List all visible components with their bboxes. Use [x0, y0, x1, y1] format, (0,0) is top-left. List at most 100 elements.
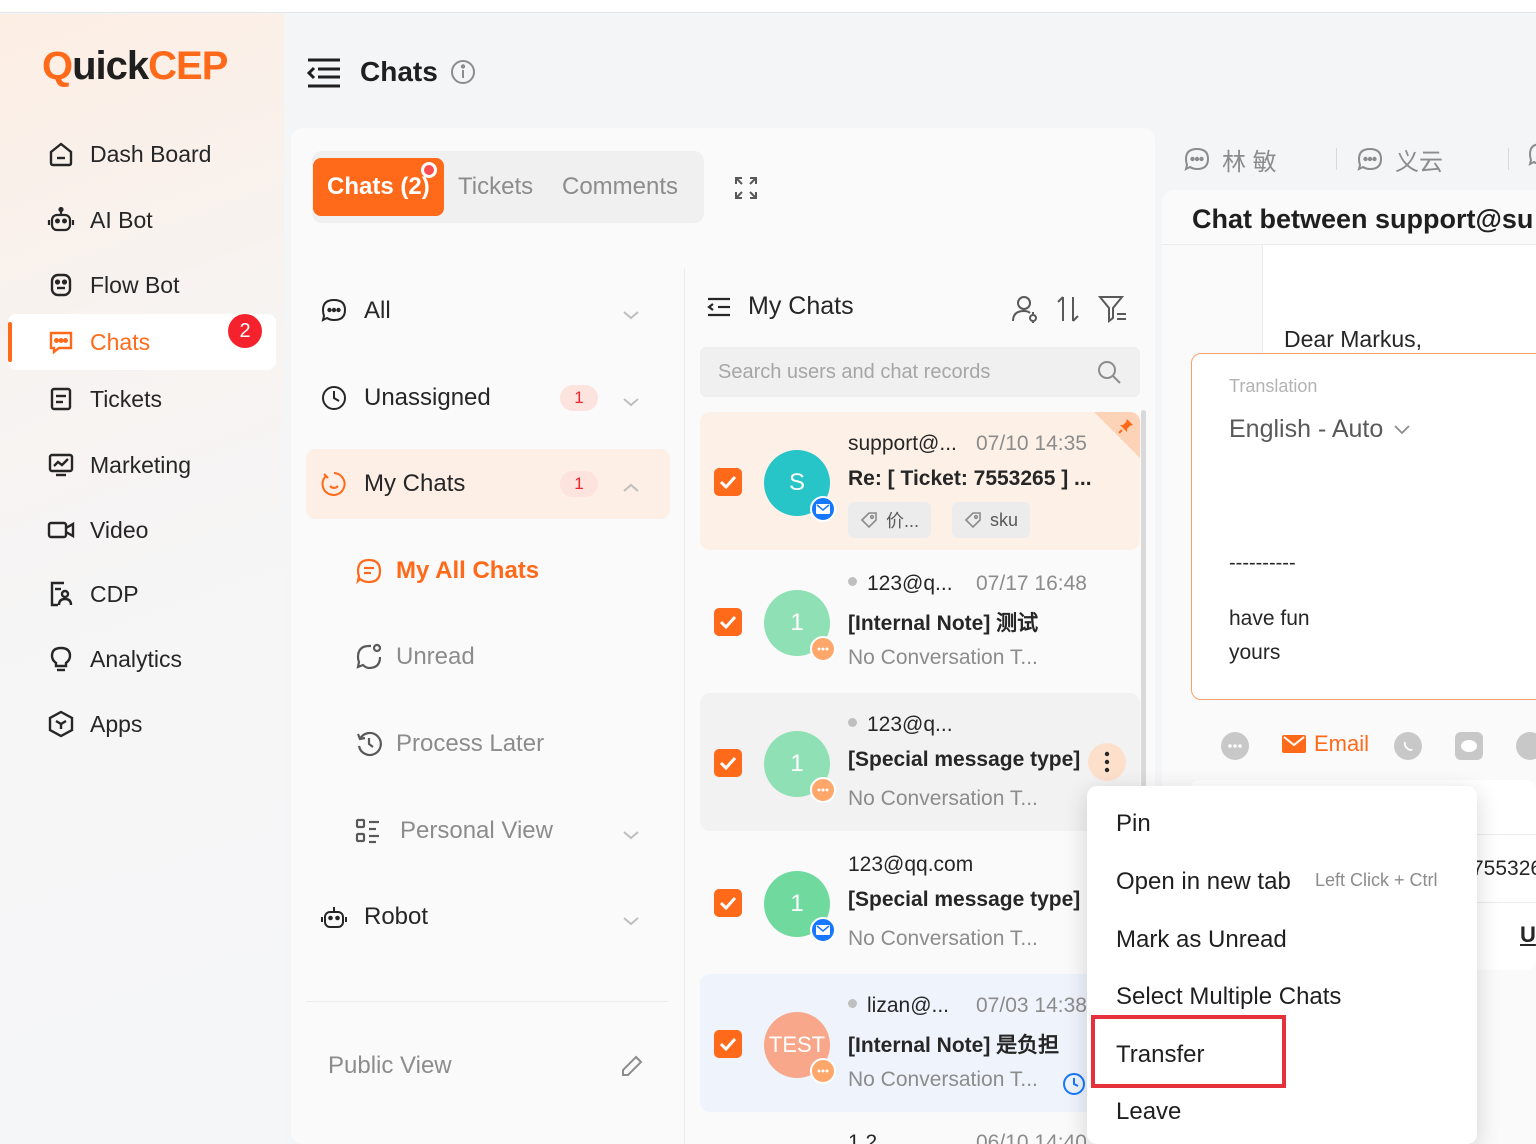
email-icon: [1282, 735, 1306, 753]
underline-format-button[interactable]: U: [1520, 922, 1536, 948]
sidebar-item-apps[interactable]: Apps: [8, 696, 276, 752]
sidebar-item-chats[interactable]: Chats 2: [8, 314, 276, 370]
filter-personal-view[interactable]: Personal View: [306, 796, 670, 866]
email-channel-icon: [810, 496, 836, 522]
menu-item-pin[interactable]: Pin: [1116, 810, 1151, 838]
avatar[interactable]: 1: [764, 731, 836, 803]
chevron-down-icon[interactable]: [622, 387, 640, 415]
sidebar-item-marketing[interactable]: Marketing: [8, 437, 276, 493]
select-checkbox[interactable]: [714, 1030, 742, 1058]
sidebar: QuickCEP Dash Board AI Bot Flow Bot Chat…: [0, 14, 284, 1144]
list-view-icon: [354, 817, 382, 845]
chat-bubble-icon: [1184, 147, 1210, 173]
sidebar-item-cdp[interactable]: CDP: [8, 566, 276, 622]
conversation-tab[interactable]: 林 敏: [1184, 142, 1277, 177]
select-checkbox[interactable]: [714, 468, 742, 496]
sidebar-item-ai-bot[interactable]: AI Bot: [8, 192, 276, 248]
line-channel-icon[interactable]: [1455, 732, 1483, 760]
tab-comments[interactable]: Comments: [562, 158, 678, 216]
chat-bubble-icon: [1357, 147, 1383, 173]
translation-text-line: have fun: [1229, 607, 1310, 630]
chat-time-partial: 06/10 14:40: [976, 1131, 1087, 1144]
sidebar-item-analytics[interactable]: Analytics: [8, 631, 276, 687]
search-icon[interactable]: [1096, 359, 1122, 390]
divider: [1470, 834, 1536, 835]
menu-item-leave[interactable]: Leave: [1116, 1098, 1181, 1126]
translation-label: Translation: [1229, 376, 1318, 396]
chat-tag[interactable]: sku: [952, 502, 1031, 538]
chat-list-item[interactable]: 1 123@q... [Special message type] No Con…: [700, 693, 1140, 831]
chat-list-item[interactable]: TEST lizan@... 07/03 14:38 [Internal Not…: [700, 974, 1140, 1112]
user-filter-icon[interactable]: [1010, 294, 1040, 329]
info-icon[interactable]: [450, 59, 476, 90]
chat-tag[interactable]: 价...: [848, 502, 932, 538]
pin-icon: [1118, 418, 1134, 439]
chevron-up-icon[interactable]: [622, 473, 640, 501]
chat-contact-name-partial: 1.2: [848, 1131, 878, 1144]
filter-my-all-chats[interactable]: My All Chats: [354, 546, 539, 596]
conversation-tab[interactable]: 义云: [1357, 142, 1443, 177]
sidebar-item-dashboard[interactable]: Dash Board: [8, 126, 276, 182]
chat-subject: [Internal Note] 是负担: [848, 1034, 1060, 1057]
menu-collapse-icon[interactable]: [306, 56, 342, 95]
filter-icon[interactable]: [1097, 294, 1128, 329]
avatar[interactable]: S: [764, 450, 836, 522]
avatar[interactable]: 1: [764, 590, 836, 662]
chat-subject: [Internal Note] 测试: [848, 612, 1039, 635]
column-divider: [684, 268, 685, 1144]
filter-robot[interactable]: Robot: [306, 882, 670, 952]
unread-icon: [354, 642, 384, 672]
chat-list-item[interactable]: 1 123@q... 07/17 16:48 [Internal Note] 测…: [700, 552, 1140, 690]
tab-chats[interactable]: Chats (2): [313, 158, 444, 216]
sort-icon[interactable]: [1054, 294, 1082, 329]
history-clock-icon: [354, 729, 384, 759]
smile-timer-icon: [320, 470, 348, 498]
chat-context-menu: [1087, 786, 1477, 1144]
filter-unassigned[interactable]: Unassigned 1: [306, 363, 670, 433]
fullscreen-icon[interactable]: [734, 176, 758, 205]
filter-process-later[interactable]: Process Later: [354, 719, 544, 769]
sidebar-item-video[interactable]: Video: [8, 502, 276, 558]
chevron-down-icon[interactable]: [622, 300, 640, 328]
sidebar-item-tickets[interactable]: Tickets: [8, 371, 276, 427]
translation-language-select[interactable]: English - Auto: [1229, 415, 1411, 444]
chevron-down-icon[interactable]: [622, 906, 640, 934]
conversation-tabs: 林 敏 义云: [1162, 128, 1536, 190]
email-channel-button[interactable]: Email: [1282, 731, 1369, 757]
select-checkbox[interactable]: [714, 749, 742, 777]
filter-my-chats[interactable]: My Chats 1: [306, 449, 670, 519]
divider: [306, 1001, 668, 1002]
menu-item-select-multiple[interactable]: Select Multiple Chats: [1116, 983, 1341, 1011]
select-checkbox[interactable]: [714, 889, 742, 917]
edit-pencil-icon[interactable]: [620, 1054, 644, 1083]
chevron-down-icon[interactable]: [622, 820, 640, 848]
avatar[interactable]: TEST: [764, 1012, 836, 1084]
sidebar-item-flow-bot[interactable]: Flow Bot: [8, 257, 276, 313]
translation-separator: ----------: [1229, 552, 1296, 574]
search-input[interactable]: [718, 347, 1088, 397]
quickcep-logo[interactable]: QuickCEP: [42, 44, 228, 89]
menu-item-mark-unread[interactable]: Mark as Unread: [1116, 926, 1287, 954]
zalo-channel-icon[interactable]: [1516, 732, 1536, 760]
whatsapp-channel-icon[interactable]: [1394, 732, 1422, 760]
offline-status-dot: [848, 576, 857, 586]
conversation-tab-partial[interactable]: [1528, 142, 1536, 168]
tab-divider: [1336, 148, 1337, 170]
apps-icon: [46, 709, 76, 739]
tab-tickets[interactable]: Tickets: [458, 158, 533, 216]
select-checkbox[interactable]: [714, 608, 742, 636]
divider: [1470, 902, 1536, 903]
livechat-channel-icon[interactable]: [1221, 732, 1249, 760]
chat-list-item[interactable]: 1 123@qq.com [Special message type] No C…: [700, 833, 1140, 971]
more-options-button[interactable]: [1088, 743, 1126, 781]
avatar[interactable]: 1: [764, 871, 836, 943]
chat-preview: No Conversation T...: [848, 1068, 1038, 1091]
menu-item-open-new-tab[interactable]: Open in new tab: [1116, 868, 1291, 896]
chat-list-item[interactable]: S support@... 07/10 14:35 Re: [ Ticket: …: [700, 412, 1140, 550]
filter-unread[interactable]: Unread: [354, 632, 475, 682]
email-channel-icon: [810, 917, 836, 943]
collapse-list-icon[interactable]: [706, 296, 732, 318]
tab-divider: [1508, 148, 1509, 170]
filter-all[interactable]: All: [306, 276, 670, 346]
chat-list-scrollbar[interactable]: [1141, 410, 1146, 800]
